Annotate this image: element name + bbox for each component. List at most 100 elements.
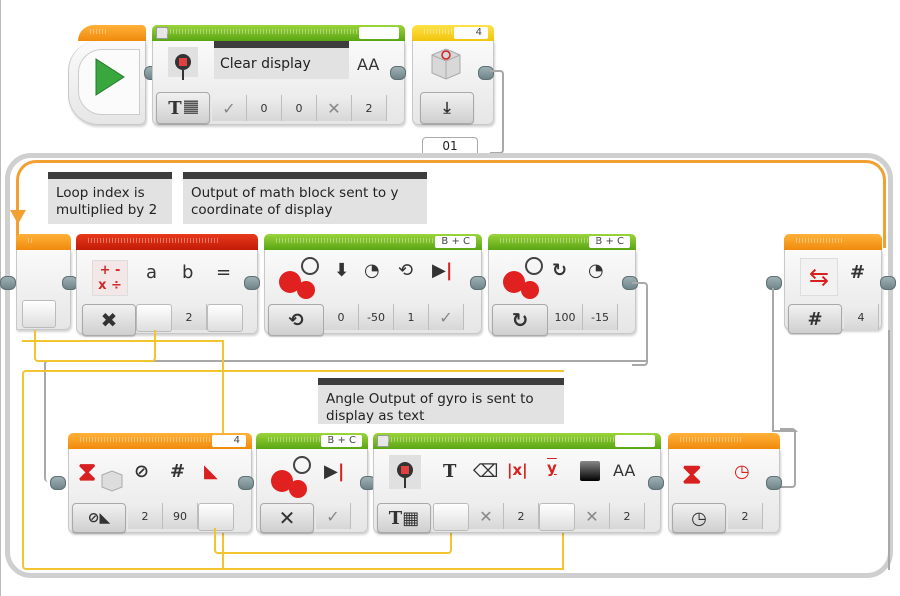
count-icon: # [807, 308, 823, 330]
gyro-angle-change-icon: ⊘◣ [87, 510, 111, 526]
steering-icon: ⬇ [334, 260, 350, 281]
inputs-row: 2 [136, 304, 243, 332]
comment-loop-index[interactable]: Loop index is multiplied by 2 [48, 172, 172, 224]
wait-time-block[interactable]: ⧗ ◷ ◷ 2 [668, 433, 780, 533]
block-header [668, 433, 780, 449]
brick-port-icon [156, 27, 168, 39]
direction-input[interactable]: 2 [128, 503, 163, 529]
comment-gyro-output[interactable]: Angle Output of gyro is sent to display … [318, 378, 564, 424]
block-comment[interactable]: Clear display [214, 41, 349, 79]
gyro-sensor-icon [431, 48, 461, 80]
seconds-input[interactable]: 2 [728, 503, 763, 529]
math-block[interactable]: + -x ÷ a b = ✖ 2 [76, 234, 258, 336]
display-clear-block[interactable]: T Clear display AA ✓ 0 0 ✕ 2 [152, 25, 405, 125]
mode-selector-reset[interactable]: ⤓ [420, 92, 474, 124]
loop-end-block[interactable]: ⇆ # # 4 [784, 234, 882, 334]
brake-icon: ▶| [432, 260, 453, 281]
sequence-in-port[interactable] [50, 476, 66, 490]
sequence-out-port[interactable] [238, 476, 254, 490]
clear-screen-icon: ⌫ [473, 461, 499, 482]
color-input[interactable]: ✕ [575, 503, 610, 529]
reset-icon: ⤓ [443, 98, 451, 117]
b-input[interactable]: 2 [172, 304, 207, 330]
off-icon: ✕ [278, 506, 296, 530]
clear-screen-input[interactable]: ✕ [469, 503, 504, 529]
font-input[interactable]: 2 [610, 503, 645, 529]
motor-pair-icon [271, 456, 311, 498]
block-header [78, 25, 146, 41]
sequence-out-port[interactable] [244, 276, 260, 290]
sequence-out-port[interactable] [766, 476, 782, 490]
motor-pair-icon [279, 257, 319, 299]
sequence-out-port[interactable] [648, 476, 664, 490]
start-block[interactable] [68, 25, 146, 125]
b-label: b [182, 262, 194, 283]
text-input[interactable] [433, 503, 469, 531]
port-selector[interactable]: B + C [435, 236, 476, 248]
font-input[interactable]: 2 [352, 95, 387, 121]
clear-screen-input[interactable]: ✓ [212, 95, 247, 121]
direction-icon: ⊘ [134, 461, 150, 482]
steering-input[interactable]: 0 [324, 304, 359, 330]
brake-input[interactable]: ✓ [316, 503, 351, 529]
power-input[interactable]: -15 [583, 304, 618, 330]
a-label: a [146, 262, 158, 283]
mode-selector-text-grid[interactable]: T [156, 92, 210, 124]
block-header [16, 234, 71, 250]
port-selector[interactable]: B + C [589, 236, 630, 248]
mode-selector-on[interactable]: ↻ [492, 304, 548, 336]
sequence-wire [780, 428, 796, 488]
mode-selector-time[interactable]: ◷ [672, 503, 726, 533]
canvas-border [0, 0, 1, 596]
gyro-sensor-icon [101, 470, 123, 492]
port-selector[interactable]: 4 [454, 27, 488, 39]
loop-name[interactable]: 01 [422, 137, 478, 154]
mode-selector-angle-change[interactable]: ⊘◣ [72, 503, 126, 533]
amount-input[interactable]: 90 [163, 503, 198, 529]
block-header [76, 234, 258, 250]
a-input[interactable] [136, 304, 172, 332]
display-icon [175, 54, 191, 80]
sequence-out-port[interactable] [390, 66, 406, 80]
port-selector[interactable] [359, 27, 399, 39]
display-text-block[interactable]: T ⌫ |x| y AA T▦ ✕ 2 ✕ 2 [373, 433, 661, 533]
steering-input[interactable]: 100 [548, 304, 583, 330]
port-selector[interactable] [615, 435, 655, 447]
sequence-wire [632, 282, 648, 366]
mode-selector-off[interactable]: ✕ [260, 503, 314, 533]
y-input[interactable]: 0 [282, 95, 317, 121]
power-input[interactable]: -50 [359, 304, 394, 330]
font-size-icon: AA [357, 55, 380, 74]
mode-selector-rotations[interactable]: ⟲ [268, 304, 324, 336]
result-output[interactable] [207, 304, 243, 332]
program-canvas[interactable]: T Clear display AA ✓ 0 0 ✕ 2 4 ⤓ 01 Loop… [0, 0, 900, 596]
x-input[interactable]: 0 [247, 95, 282, 121]
move-steering-off-block[interactable]: B + C ▶| ✕ ✓ [256, 433, 368, 533]
row-input[interactable] [539, 503, 575, 531]
color-input[interactable]: ✕ [317, 95, 352, 121]
rotations-input[interactable]: 1 [394, 304, 429, 330]
sequence-in-port[interactable] [0, 276, 16, 290]
move-steering-block-1[interactable]: B + C ⬇ ◔ ⟲ ▶| ⟲ 0 -50 1 ✓ [264, 234, 482, 336]
measured-angle-output[interactable] [198, 503, 234, 531]
sequence-out-port[interactable] [470, 276, 486, 290]
move-steering-block-2[interactable]: B + C ↻ ◔ ↻ 100 -15 [488, 234, 636, 336]
display-icon [397, 462, 413, 488]
comment-math-output[interactable]: Output of math block sent to y coordinat… [183, 172, 427, 224]
column-input[interactable]: 2 [504, 503, 539, 529]
power-icon: ◔ [364, 260, 380, 281]
hourglass-icon: ⧗ [78, 457, 97, 487]
timer-icon: ◷ [691, 507, 707, 529]
wait-gyro-block[interactable]: 4 ⧗ ⊘ # ◣ ⊘◣ 2 90 [68, 433, 252, 533]
block-header: B + C [264, 234, 482, 250]
loop-index-output[interactable] [22, 300, 56, 328]
mode-selector-text-grid[interactable]: T▦ [377, 503, 431, 533]
port-selector[interactable]: 4 [212, 435, 246, 447]
port-selector[interactable]: B + C [321, 435, 362, 447]
rotations-icon: ⟲ [288, 309, 304, 331]
inputs-row: 2 90 [128, 503, 234, 531]
sequence-out-port[interactable] [880, 276, 896, 290]
inputs-row: 0 -50 1 ✓ [324, 304, 464, 330]
brake-input[interactable]: ✓ [429, 304, 464, 330]
count-input[interactable]: 4 [844, 304, 879, 330]
